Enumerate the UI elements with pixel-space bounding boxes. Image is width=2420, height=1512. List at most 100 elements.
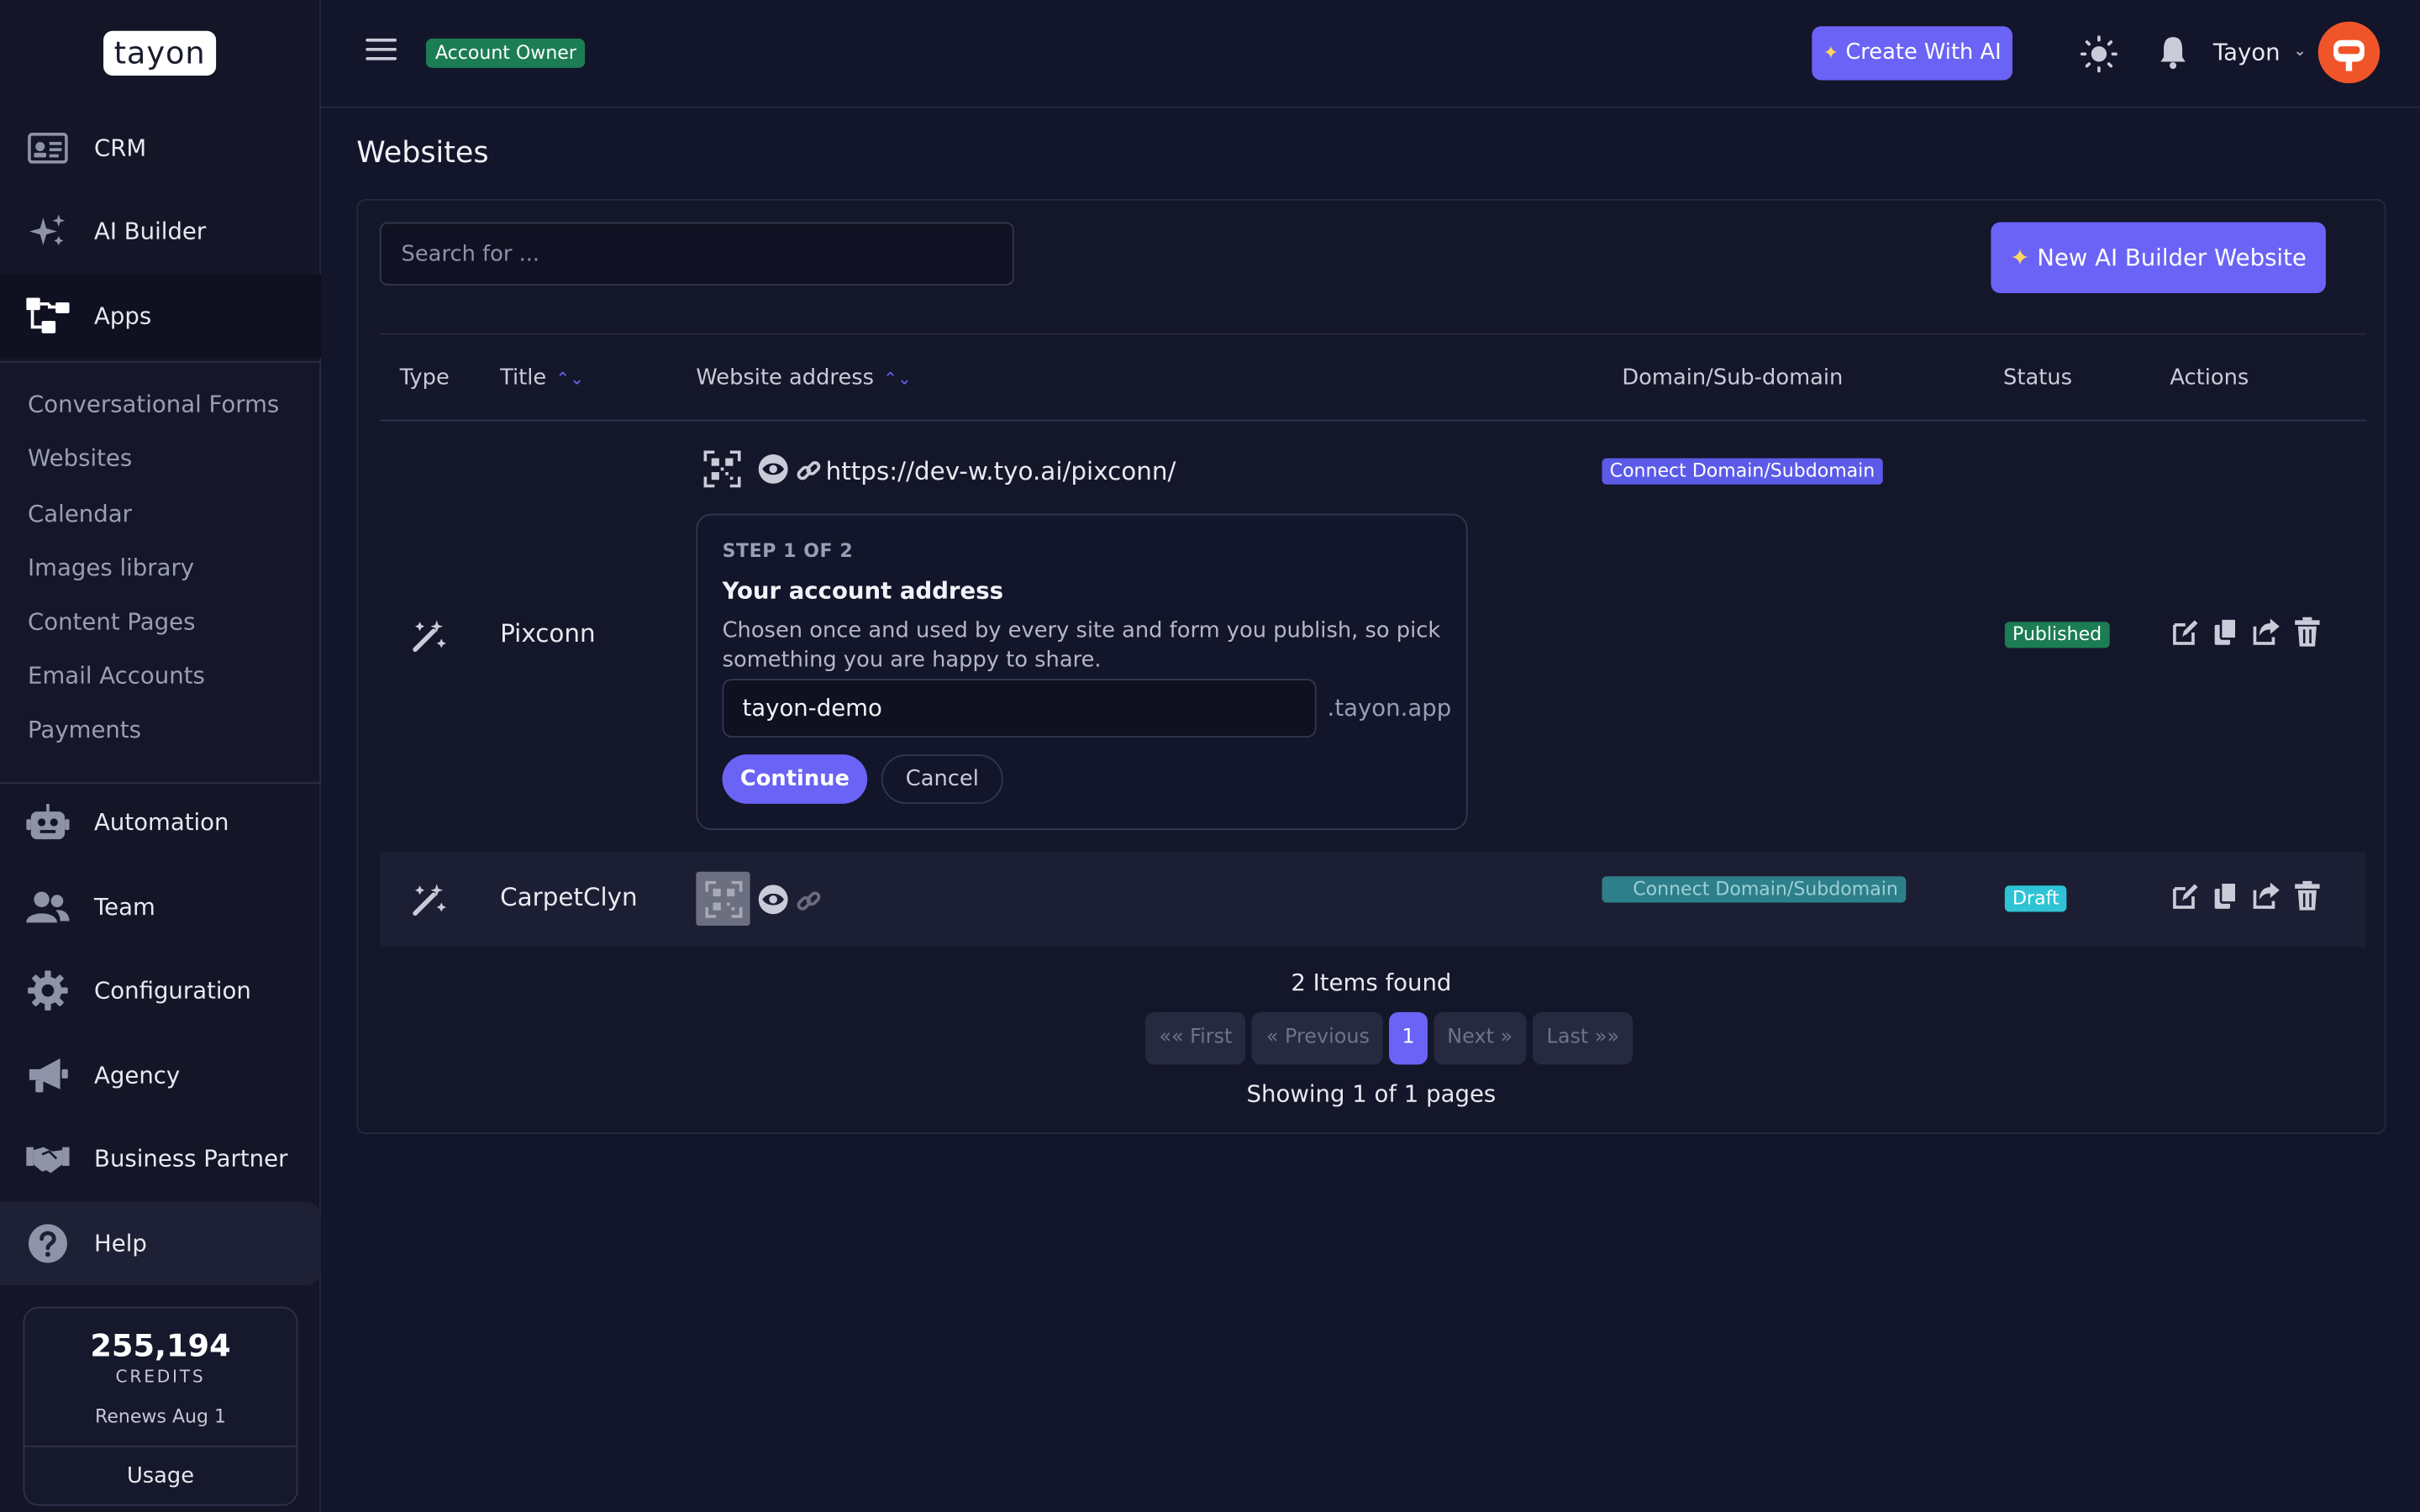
row-title[interactable]: Pixconn	[500, 619, 596, 648]
sidebar-item-agency[interactable]: Agency	[0, 1034, 321, 1117]
new-ai-builder-website-label: New AI Builder Website	[2037, 244, 2307, 272]
pagination-current-page[interactable]: 1	[1389, 1011, 1428, 1065]
submenu-content-pages[interactable]: Content Pages	[28, 608, 195, 636]
connect-domain-button[interactable]: Connect Domain/Subdomain	[1602, 458, 1883, 485]
link-icon[interactable]	[797, 458, 821, 489]
apps-submenu: Conversational Forms Websites Calendar I…	[0, 360, 322, 785]
share-icon[interactable]	[2250, 617, 2281, 648]
submenu-payments[interactable]: Payments	[28, 716, 141, 743]
usage-button[interactable]: Usage	[24, 1445, 297, 1504]
pages-summary: Showing 1 of 1 pages	[1246, 1079, 1497, 1108]
notifications-bell-icon[interactable]	[2154, 34, 2191, 71]
submenu-websites[interactable]: Websites	[28, 444, 132, 472]
domain-suffix: .tayon.app	[1327, 694, 1452, 722]
column-type: Type	[399, 365, 450, 391]
continue-button[interactable]: Continue	[722, 754, 868, 804]
create-with-ai-label: Create With AI	[1845, 39, 2002, 66]
pagination-first[interactable]: «« First	[1144, 1011, 1246, 1065]
new-ai-builder-website-button[interactable]: ✦ New AI Builder Website	[1991, 222, 2326, 293]
sidebar-item-automation[interactable]: Automation	[0, 780, 321, 864]
magic-wand-icon	[411, 617, 448, 660]
account-address-input[interactable]	[722, 679, 1317, 738]
create-with-ai-button[interactable]: ✦ Create With AI	[1812, 26, 2013, 81]
row-title[interactable]: CarpetClyn	[500, 883, 638, 912]
sidebar-item-label: Business Partner	[94, 1144, 288, 1173]
submenu-images-library[interactable]: Images library	[28, 554, 194, 581]
credits-label: CREDITS	[115, 1367, 206, 1388]
sidebar-item-label: Agency	[94, 1061, 181, 1089]
qr-code-icon[interactable]	[696, 871, 750, 927]
submenu-conversational-forms[interactable]: Conversational Forms	[28, 391, 279, 418]
sidebar-item-configuration[interactable]: Configuration	[0, 949, 321, 1032]
magic-wand-icon	[411, 881, 448, 924]
connect-domain-button[interactable]: Connect Domain/Subdomain	[1602, 876, 1907, 903]
pagination-next[interactable]: Next »	[1433, 1011, 1527, 1065]
pagination-last[interactable]: Last »»	[1533, 1011, 1634, 1065]
menu-toggle-icon[interactable]	[366, 38, 397, 66]
role-badge: Account Owner	[425, 38, 586, 68]
app-root: tayon CRM AI Builder Apps Conversational…	[0, 0, 2420, 1512]
sidebar-item-help[interactable]: Help	[0, 1201, 322, 1285]
credits-amount: 255,194	[90, 1326, 231, 1364]
sidebar: tayon CRM AI Builder Apps Conversational…	[0, 0, 322, 1512]
edit-icon[interactable]	[2170, 881, 2201, 912]
gear-icon	[26, 969, 69, 1011]
column-actions: Actions	[2170, 365, 2249, 391]
pagination-previous[interactable]: « Previous	[1252, 1011, 1384, 1065]
link-icon[interactable]	[797, 889, 821, 920]
search-input[interactable]	[379, 222, 1014, 286]
table-header: Type Title ⌃⌄ Website address ⌃⌄ Domain/Su…	[379, 333, 2366, 422]
sort-icon[interactable]: ⌃⌄	[555, 369, 584, 389]
copy-icon[interactable]	[2210, 881, 2241, 912]
sidebar-item-label: Apps	[94, 302, 152, 331]
avatar[interactable]	[2317, 21, 2381, 84]
chevron-down-icon[interactable]: ⌄	[2293, 43, 2306, 60]
sidebar-item-team[interactable]: Team	[0, 865, 321, 948]
sidebar-item-crm[interactable]: CRM	[0, 107, 321, 190]
column-website-address[interactable]: Website address ⌃⌄	[696, 365, 912, 390]
items-found-count: 2 Items found	[1291, 969, 1452, 997]
account-address-wizard: STEP 1 OF 2 Your account address Chosen …	[696, 513, 1468, 831]
pagination: «« First « Previous 1 Next » Last »»	[1144, 1011, 1634, 1065]
trash-icon[interactable]	[2291, 880, 2323, 912]
sort-icon[interactable]: ⌃⌄	[883, 369, 912, 389]
sidebar-item-ai-builder[interactable]: AI Builder	[0, 190, 321, 273]
eye-icon[interactable]	[758, 454, 789, 491]
sidebar-item-label: Configuration	[94, 976, 251, 1005]
user-menu-name[interactable]: Tayon	[2213, 39, 2281, 66]
id-card-icon	[26, 127, 69, 170]
handshake-icon	[26, 1137, 70, 1180]
wizard-step-indicator: STEP 1 OF 2	[722, 539, 854, 562]
trash-icon[interactable]	[2291, 617, 2323, 648]
edit-icon[interactable]	[2170, 617, 2201, 648]
eye-icon[interactable]	[758, 884, 789, 921]
sparkles-icon	[26, 210, 69, 253]
wizard-description: Chosen once and used by every site and f…	[722, 618, 1441, 673]
robot-icon	[26, 801, 70, 843]
qr-code-icon[interactable]	[703, 450, 741, 493]
question-circle-icon	[26, 1222, 69, 1265]
submenu-email-accounts[interactable]: Email Accounts	[28, 662, 205, 690]
share-icon[interactable]	[2250, 881, 2281, 912]
submenu-calendar[interactable]: Calendar	[28, 500, 132, 528]
brand-logo[interactable]: tayon	[103, 30, 217, 76]
sidebar-item-label: Automation	[94, 808, 229, 837]
status-badge: Draft	[2004, 885, 2067, 912]
sidebar-item-label: CRM	[94, 134, 147, 162]
sidebar-item-apps[interactable]: Apps	[0, 274, 322, 359]
page-title: Websites	[356, 135, 489, 171]
column-title-label: Title	[500, 365, 547, 391]
website-url-link[interactable]: https://dev-w.tyo.ai/pixconn/	[826, 457, 1176, 486]
megaphone-icon	[26, 1053, 69, 1096]
cancel-button[interactable]: Cancel	[881, 754, 1003, 804]
column-title[interactable]: Title ⌃⌄	[500, 365, 584, 390]
copy-icon[interactable]	[2210, 617, 2241, 648]
sidebar-item-label: AI Builder	[94, 217, 207, 246]
column-domain: Domain/Sub-domain	[1622, 365, 1844, 391]
sparkles-icon: ✦	[2010, 244, 2030, 272]
sidebar-item-business-partner[interactable]: Business Partner	[0, 1117, 321, 1200]
top-header: Account Owner ✦ Create With AI Tayon ⌄	[321, 0, 2420, 108]
websites-card: ✦ New AI Builder Website Type Title ⌃⌄ We…	[356, 198, 2386, 1134]
credits-card: 255,194 CREDITS Renews Aug 1 Usage	[23, 1306, 298, 1506]
theme-toggle-sun-icon[interactable]	[2080, 35, 2118, 73]
